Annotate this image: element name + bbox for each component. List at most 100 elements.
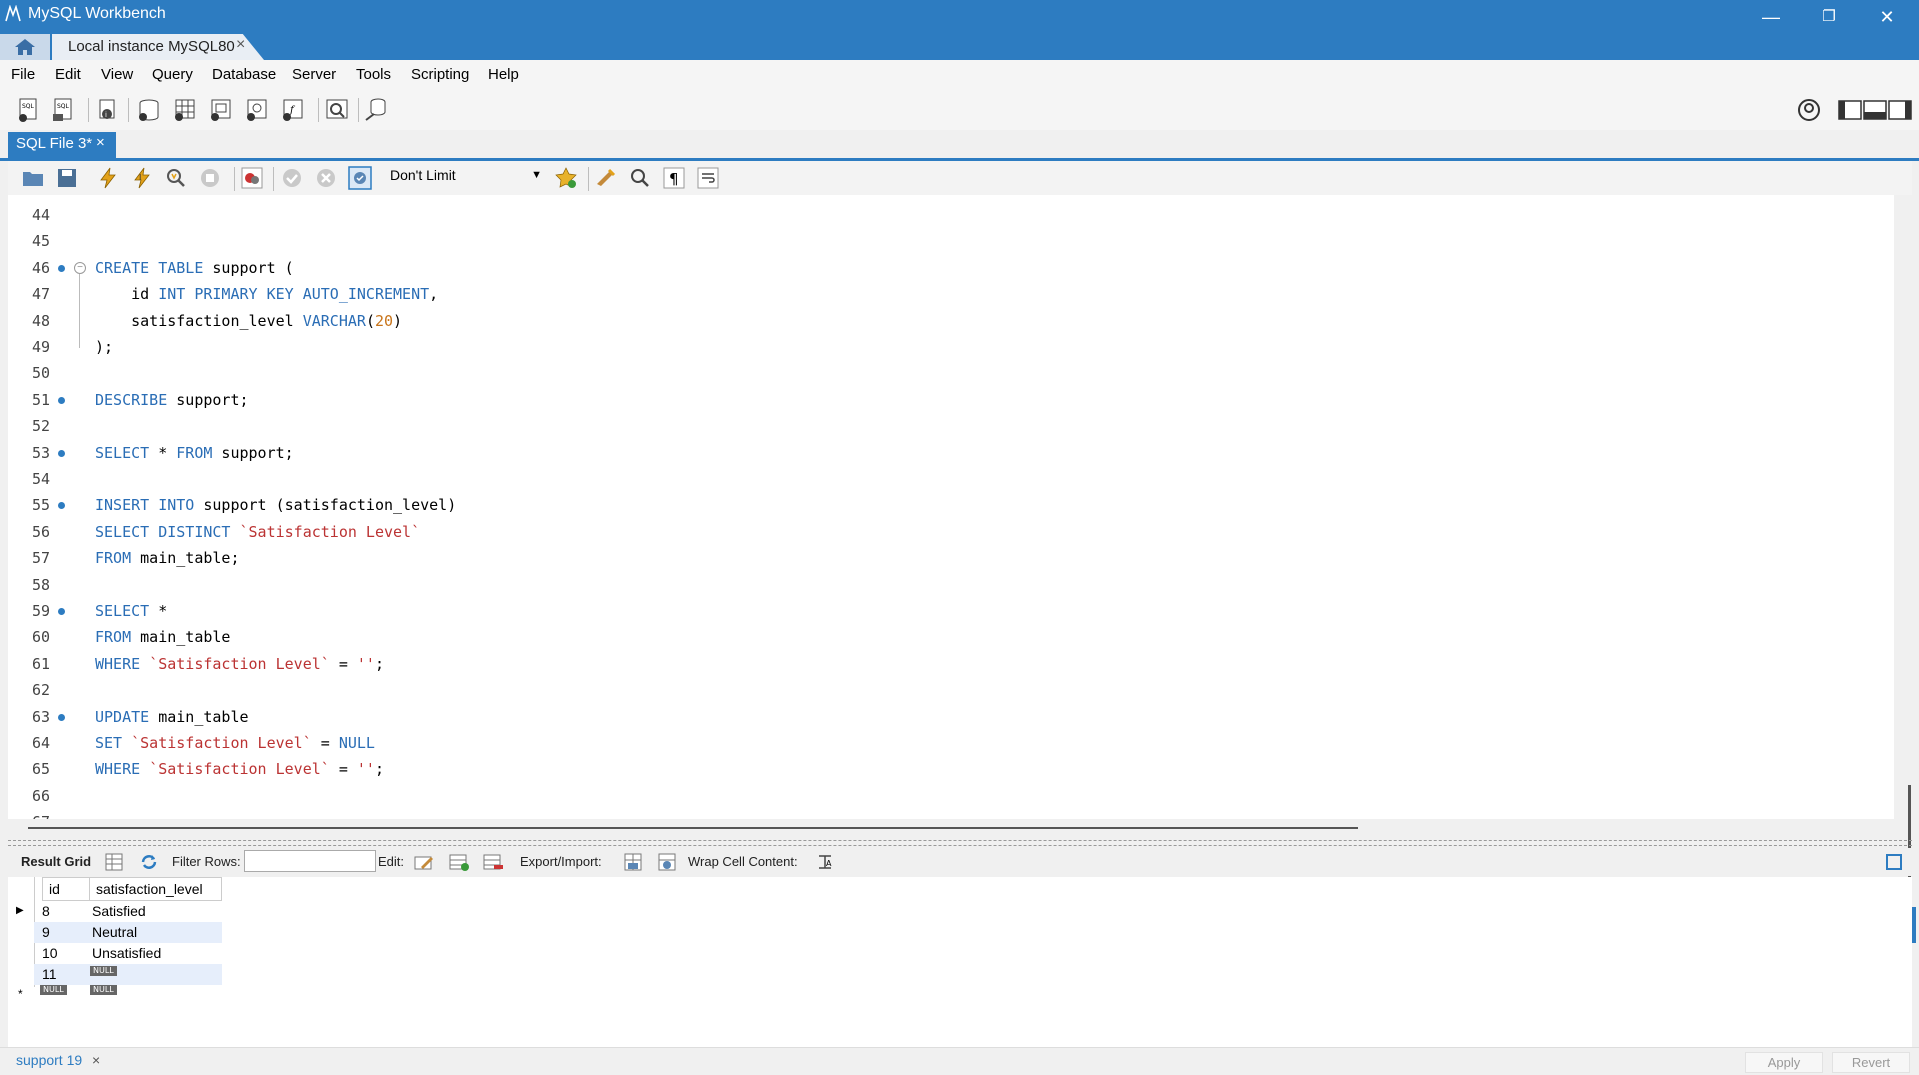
menu-database[interactable]: Database bbox=[212, 66, 276, 83]
code-line[interactable]: id INT PRIMARY KEY AUTO_INCREMENT, bbox=[95, 285, 438, 303]
table-cell-id[interactable]: 8 bbox=[42, 901, 50, 922]
menu-query[interactable]: Query bbox=[152, 66, 193, 83]
beautify-icon[interactable] bbox=[594, 166, 618, 190]
search-table-data-icon[interactable] bbox=[323, 96, 351, 124]
commit-icon[interactable] bbox=[280, 166, 304, 190]
menu-scripting[interactable]: Scripting bbox=[411, 66, 469, 83]
statement-marker-icon[interactable] bbox=[58, 502, 65, 510]
grid-view-icon[interactable] bbox=[103, 851, 125, 873]
menu-edit[interactable]: Edit bbox=[55, 66, 81, 83]
statement-marker-icon[interactable] bbox=[58, 608, 65, 615]
sql-editor[interactable]: 44 45 46 − CREATE TABLE support (47 id INT P… bbox=[8, 195, 1911, 985]
menu-tools[interactable]: Tools bbox=[356, 66, 391, 83]
minimize-button[interactable]: — bbox=[1742, 0, 1800, 34]
code-line[interactable]: INSERT INTO support (satisfaction_level) bbox=[95, 496, 456, 514]
result-grid-label[interactable]: Result Grid bbox=[21, 854, 91, 869]
table-cell-id[interactable]: 10 bbox=[42, 943, 58, 964]
home-tab[interactable] bbox=[0, 34, 50, 60]
table-cell-satisfaction-level[interactable]: Unsatisfied bbox=[92, 943, 161, 964]
editor-horizontal-scrollbar[interactable] bbox=[8, 819, 1894, 835]
sql-file-tab[interactable]: SQL File 3* × bbox=[8, 132, 116, 158]
invisible-chars-icon[interactable]: ¶ bbox=[662, 166, 686, 190]
insert-row-icon[interactable] bbox=[448, 851, 470, 873]
open-folder-icon[interactable] bbox=[21, 166, 45, 190]
delete-row-icon[interactable] bbox=[482, 851, 504, 873]
code-line[interactable]: satisfaction_level VARCHAR(20) bbox=[95, 312, 402, 330]
apply-button[interactable]: Apply bbox=[1745, 1052, 1823, 1073]
code-line[interactable]: DESCRIBE support; bbox=[95, 391, 249, 409]
stop-icon[interactable] bbox=[198, 166, 222, 190]
inspector-icon[interactable]: i bbox=[94, 96, 122, 124]
reconnect-icon[interactable] bbox=[362, 96, 390, 124]
rollback-icon[interactable] bbox=[314, 166, 338, 190]
menu-view[interactable]: View bbox=[101, 66, 133, 83]
code-line[interactable]: FROM main_table; bbox=[95, 549, 240, 567]
toggle-continue-on-error-icon[interactable] bbox=[240, 166, 264, 190]
code-line[interactable]: SELECT * bbox=[95, 602, 167, 620]
create-procedure-icon[interactable] bbox=[243, 96, 271, 124]
close-window-button[interactable]: ✕ bbox=[1858, 0, 1916, 34]
menu-help[interactable]: Help bbox=[488, 66, 519, 83]
restore-button[interactable]: ❐ bbox=[1800, 0, 1858, 34]
limit-rows-select[interactable]: Don't Limit ▼ bbox=[390, 167, 546, 189]
result-grid[interactable]: id satisfaction_level ▶ 8 Satisfied 9 Neutra… bbox=[8, 877, 1916, 1047]
menu-server[interactable]: Server bbox=[292, 66, 336, 83]
create-function-icon[interactable]: f bbox=[279, 96, 307, 124]
table-cell-id[interactable]: 11 bbox=[42, 964, 57, 985]
instance-tab-close-icon[interactable]: × bbox=[236, 36, 245, 54]
horizontal-scroll-thumb[interactable] bbox=[28, 827, 1358, 829]
code-line[interactable]: SELECT DISTINCT `Satisfaction Level` bbox=[95, 523, 420, 541]
toggle-secondary-sidebar-icon[interactable] bbox=[1888, 98, 1912, 122]
sql-file-tab-close-icon[interactable]: × bbox=[96, 134, 105, 151]
menu-file[interactable]: File bbox=[11, 66, 35, 83]
instance-tab[interactable]: Local instance MySQL80 × bbox=[52, 34, 264, 60]
code-line[interactable]: CREATE TABLE support ( bbox=[95, 259, 294, 277]
toggle-sidebar-icon[interactable] bbox=[1838, 98, 1862, 122]
statement-marker-icon[interactable] bbox=[58, 713, 65, 721]
result-tab-close-icon[interactable]: × bbox=[92, 1052, 100, 1068]
revert-button[interactable]: Revert bbox=[1832, 1052, 1910, 1073]
save-icon[interactable] bbox=[55, 166, 79, 190]
edit-row-icon[interactable] bbox=[413, 851, 435, 873]
statement-marker-icon[interactable] bbox=[58, 396, 65, 404]
add-snippet-icon[interactable] bbox=[555, 166, 579, 190]
column-header-id[interactable]: id bbox=[42, 877, 90, 901]
refresh-icon[interactable] bbox=[138, 851, 160, 873]
user-account-icon[interactable] bbox=[1797, 98, 1821, 122]
execute-current-statement-icon[interactable]: I bbox=[130, 166, 154, 190]
statement-marker-icon[interactable] bbox=[58, 264, 65, 272]
table-cell-id[interactable]: 9 bbox=[42, 922, 50, 943]
toggle-output-panel-icon[interactable] bbox=[1863, 98, 1887, 122]
word-wrap-icon[interactable] bbox=[696, 166, 720, 190]
code-line[interactable]: ); bbox=[95, 338, 113, 356]
open-sql-script-icon[interactable]: SQL bbox=[50, 96, 78, 124]
code-line[interactable]: SET `Satisfaction Level` = NULL bbox=[95, 734, 375, 752]
code-line[interactable]: WHERE `Satisfaction Level` = ''; bbox=[95, 655, 384, 673]
edit-label: Edit: bbox=[378, 854, 405, 869]
code-line[interactable]: UPDATE main_table bbox=[95, 708, 249, 726]
code-line[interactable]: FROM main_table bbox=[95, 628, 230, 646]
import-icon[interactable] bbox=[656, 851, 678, 873]
create-table-icon[interactable] bbox=[171, 96, 199, 124]
table-cell-satisfaction-level[interactable]: Satisfied bbox=[92, 901, 146, 922]
editor-results-splitter[interactable] bbox=[8, 840, 1912, 846]
statement-marker-icon[interactable] bbox=[58, 449, 65, 457]
toolbar-separator bbox=[273, 167, 274, 191]
result-grid-side-icon[interactable] bbox=[1886, 854, 1902, 870]
filter-rows-input[interactable] bbox=[244, 850, 376, 872]
column-header-satisfaction-level[interactable]: satisfaction_level bbox=[89, 877, 222, 901]
table-cell-satisfaction-level[interactable]: Neutral bbox=[92, 922, 137, 943]
find-replace-icon[interactable] bbox=[628, 166, 652, 190]
code-line[interactable]: WHERE `Satisfaction Level` = ''; bbox=[95, 760, 384, 778]
export-icon[interactable] bbox=[622, 851, 644, 873]
create-view-icon[interactable] bbox=[207, 96, 235, 124]
toolbar-separator bbox=[588, 167, 589, 191]
create-schema-icon[interactable] bbox=[135, 96, 163, 124]
code-line[interactable]: SELECT * FROM support; bbox=[95, 444, 294, 462]
fold-toggle-icon[interactable]: − bbox=[74, 261, 86, 274]
execute-icon[interactable] bbox=[96, 166, 120, 190]
explain-icon[interactable] bbox=[164, 166, 188, 190]
wrap-cell-content-icon[interactable]: A bbox=[814, 851, 836, 873]
auto-commit-toggle-icon[interactable] bbox=[348, 166, 372, 190]
new-sql-tab-icon[interactable]: SQL bbox=[15, 96, 43, 124]
